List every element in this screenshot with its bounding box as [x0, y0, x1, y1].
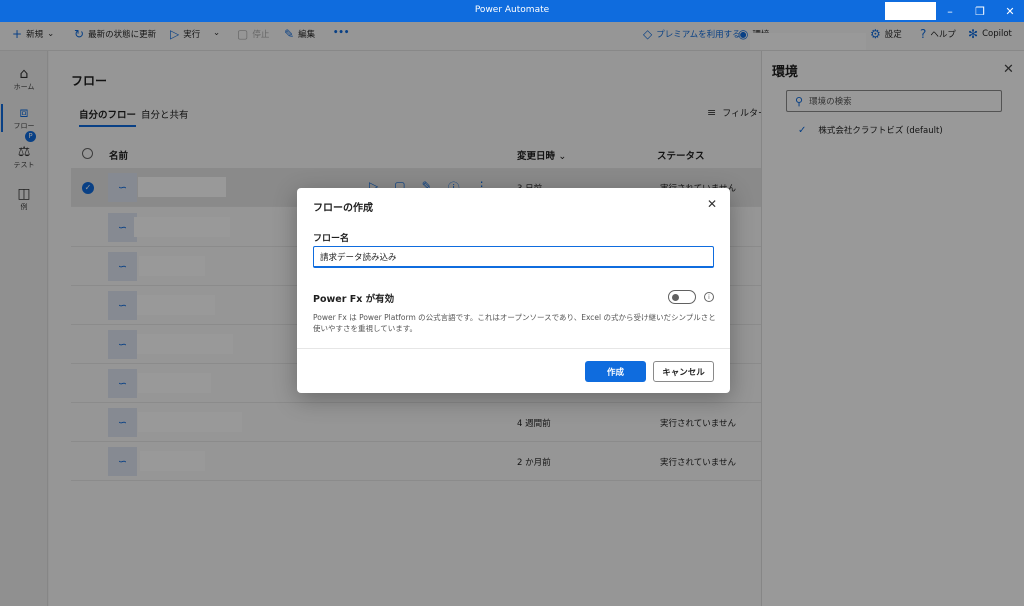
- title-bar: Power Automate – ❐ ✕: [0, 0, 1024, 22]
- toggle-knob: [672, 294, 679, 301]
- window-title: Power Automate: [474, 5, 550, 15]
- powerfx-description: Power Fx は Power Platform の公式言語です。これはオープ…: [313, 313, 716, 333]
- close-icon[interactable]: ✕: [707, 197, 717, 211]
- minimize-icon[interactable]: –: [935, 0, 965, 22]
- restore-icon[interactable]: ❐: [965, 0, 995, 22]
- info-icon[interactable]: i: [704, 292, 714, 302]
- cancel-button[interactable]: キャンセル: [653, 361, 714, 382]
- flow-name-label: フロー名: [313, 234, 350, 244]
- divider: [297, 348, 730, 349]
- dialog-title: フローの作成: [313, 203, 373, 214]
- close-window-icon[interactable]: ✕: [995, 0, 1024, 22]
- create-button[interactable]: 作成: [585, 361, 646, 382]
- flow-name-input[interactable]: [313, 246, 714, 268]
- powerfx-label: Power Fx が有効: [313, 294, 395, 305]
- powerfx-toggle[interactable]: [668, 290, 696, 304]
- account-area[interactable]: [885, 2, 936, 20]
- create-flow-dialog: フローの作成 ✕ フロー名 Power Fx が有効 i Power Fx は …: [297, 188, 730, 393]
